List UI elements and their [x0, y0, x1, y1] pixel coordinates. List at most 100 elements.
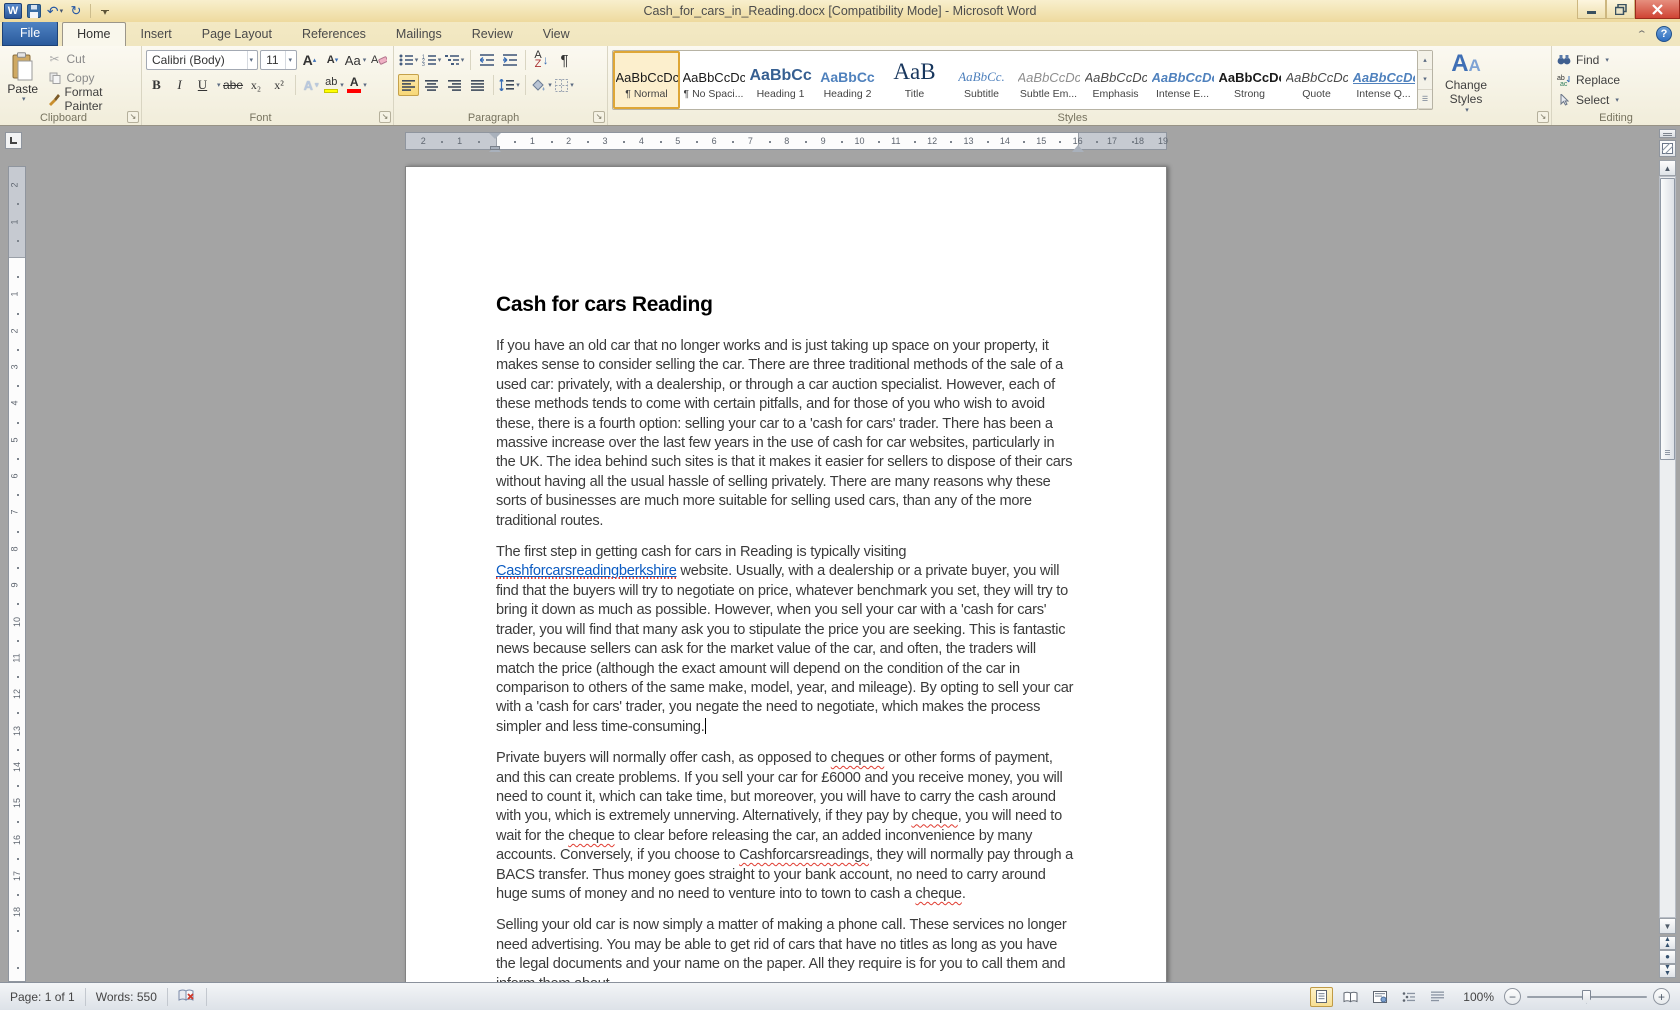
style-item-title[interactable]: AaBTitle [881, 51, 948, 109]
replace-button[interactable]: abac Replace [1556, 71, 1620, 88]
proofing-status[interactable] [168, 988, 207, 1006]
document-page[interactable]: Cash for cars Reading If you have an old… [405, 166, 1167, 982]
style-item-intenseq[interactable]: AaBbCcDcIntense Q... [1350, 51, 1417, 109]
clipboard-dialog-launcher[interactable]: ↘ [127, 111, 139, 123]
style-item-subtitle[interactable]: AaBbCc.Subtitle [948, 51, 1015, 109]
scroll-up-button[interactable]: ▲ [1659, 160, 1676, 176]
tab-view[interactable]: View [528, 22, 585, 46]
tab-insert[interactable]: Insert [126, 22, 187, 46]
tab-home[interactable]: Home [62, 22, 125, 46]
split-window-handle[interactable] [1659, 129, 1676, 138]
style-item-nospacing[interactable]: AaBbCcDc¶ No Spaci... [680, 51, 747, 109]
superscript-button[interactable]: x² [269, 74, 290, 96]
shrink-font-button[interactable]: A▾ [322, 49, 343, 71]
collapse-ribbon-icon[interactable]: ⌃ [1636, 29, 1648, 40]
page-indicator[interactable]: Page: 1 of 1 [0, 988, 86, 1006]
tab-references[interactable]: References [287, 22, 381, 46]
justify-button[interactable] [467, 74, 488, 96]
draft-view-button[interactable] [1426, 987, 1449, 1007]
highlight-color-button[interactable]: ab ▾ [324, 74, 345, 96]
numbering-button[interactable]: 123▾ [421, 49, 442, 71]
paste-button[interactable]: Paste ▾ [4, 49, 42, 109]
styles-dialog-launcher[interactable]: ↘ [1537, 111, 1549, 123]
underline-button[interactable]: U [192, 74, 213, 96]
style-item-normal[interactable]: AaBbCcDc¶ Normal [613, 51, 680, 109]
font-color-button[interactable]: A ▾ [347, 74, 368, 96]
clear-formatting-button[interactable]: A [368, 49, 389, 71]
borders-button[interactable]: ▾ [554, 74, 575, 96]
print-layout-view-button[interactable] [1310, 987, 1333, 1007]
bold-button[interactable]: B [146, 74, 167, 96]
document-heading[interactable]: Cash for cars Reading [496, 293, 1077, 317]
font-family-combo[interactable]: Calibri (Body)▾ [146, 50, 258, 70]
hyperlink[interactable]: Cashforcarsreadingberkshire [496, 563, 677, 579]
paragraph[interactable]: Selling your old car is now simply a mat… [496, 916, 1077, 982]
show-paragraph-marks-button[interactable]: ¶ [554, 49, 575, 71]
paragraph[interactable]: If you have an old car that no longer wo… [496, 337, 1077, 531]
tab-page-layout[interactable]: Page Layout [187, 22, 287, 46]
font-size-combo[interactable]: 11▾ [260, 50, 297, 70]
change-case-button[interactable]: Aa▾ [345, 49, 366, 71]
redo-button[interactable]: ↻ [67, 2, 85, 20]
italic-button[interactable]: I [169, 74, 190, 96]
qat-customize-button[interactable]: ▾ [96, 2, 114, 20]
subscript-button[interactable]: x₂ [246, 74, 267, 96]
ruler-toggle-button[interactable] [1659, 140, 1676, 157]
paragraph[interactable]: The first step in getting cash for cars … [496, 543, 1077, 737]
zoom-level[interactable]: 100% [1463, 990, 1494, 1004]
decrease-indent-button[interactable] [476, 49, 497, 71]
tab-review[interactable]: Review [457, 22, 528, 46]
style-item-h1[interactable]: AaBbCcHeading 1 [747, 51, 814, 109]
word-count[interactable]: Words: 550 [86, 988, 168, 1006]
font-dialog-launcher[interactable]: ↘ [379, 111, 391, 123]
find-button[interactable]: Find▾ [1556, 51, 1620, 68]
style-item-strong[interactable]: AaBbCcDcStrong [1216, 51, 1283, 109]
sort-button[interactable]: AZ↓ [531, 49, 552, 71]
bullets-button[interactable]: ▾ [398, 49, 419, 71]
select-button[interactable]: Select▾ [1556, 92, 1620, 109]
scrollbar-thumb[interactable] [1660, 178, 1675, 460]
scroll-down-button[interactable]: ▼ [1659, 918, 1676, 934]
minimize-button[interactable] [1577, 0, 1606, 19]
style-item-h2[interactable]: AaBbCcHeading 2 [814, 51, 881, 109]
gallery-scroll-down-button[interactable]: ▾ [1418, 70, 1432, 89]
align-right-button[interactable] [444, 74, 465, 96]
word-logo-icon[interactable]: W [4, 3, 22, 19]
zoom-in-button[interactable]: + [1653, 988, 1670, 1005]
tab-file[interactable]: File [2, 21, 58, 46]
text-effects-button[interactable]: A▾ [301, 74, 322, 96]
cut-button[interactable]: ✂ Cut [44, 51, 138, 67]
style-item-intenseem[interactable]: AaBbCcDcIntense E... [1149, 51, 1216, 109]
previous-page-button[interactable]: ▲▲ [1659, 936, 1676, 950]
select-browse-object-button[interactable]: ● [1659, 950, 1676, 964]
style-item-subtleem[interactable]: AaBbCcDcSubtle Em... [1015, 51, 1082, 109]
tab-mailings[interactable]: Mailings [381, 22, 457, 46]
chevron-down-icon[interactable]: ▾ [217, 81, 221, 89]
restore-button[interactable] [1606, 0, 1635, 19]
gallery-scroll-up-button[interactable]: ▴ [1418, 51, 1432, 70]
strikethrough-button[interactable]: abe [223, 74, 244, 96]
increase-indent-button[interactable] [499, 49, 520, 71]
paragraph-dialog-launcher[interactable]: ↘ [593, 111, 605, 123]
zoom-slider[interactable] [1527, 989, 1647, 1005]
full-screen-reading-view-button[interactable] [1339, 987, 1362, 1007]
grow-font-button[interactable]: A▴ [299, 49, 320, 71]
left-indent-marker[interactable] [490, 146, 500, 150]
line-spacing-button[interactable]: ▾ [499, 74, 520, 96]
zoom-slider-thumb[interactable] [1582, 990, 1591, 1004]
next-page-button[interactable]: ▼▼ [1659, 964, 1676, 978]
outline-view-button[interactable] [1397, 987, 1420, 1007]
align-center-button[interactable] [421, 74, 442, 96]
gallery-more-button[interactable]: ☰ [1418, 90, 1432, 109]
undo-button[interactable]: ↶▾ [46, 2, 64, 20]
scrollbar-track[interactable] [1659, 176, 1676, 918]
close-button[interactable] [1635, 0, 1680, 19]
multilevel-list-button[interactable]: ▾ [444, 49, 465, 71]
change-styles-button[interactable]: AA Change Styles ▾ [1436, 49, 1496, 109]
save-button[interactable] [25, 2, 43, 20]
format-painter-button[interactable]: Format Painter [44, 89, 138, 109]
web-layout-view-button[interactable] [1368, 987, 1391, 1007]
zoom-out-button[interactable]: − [1504, 988, 1521, 1005]
copy-button[interactable]: Copy [44, 70, 138, 86]
paragraph[interactable]: Private buyers will normally offer cash,… [496, 749, 1077, 904]
